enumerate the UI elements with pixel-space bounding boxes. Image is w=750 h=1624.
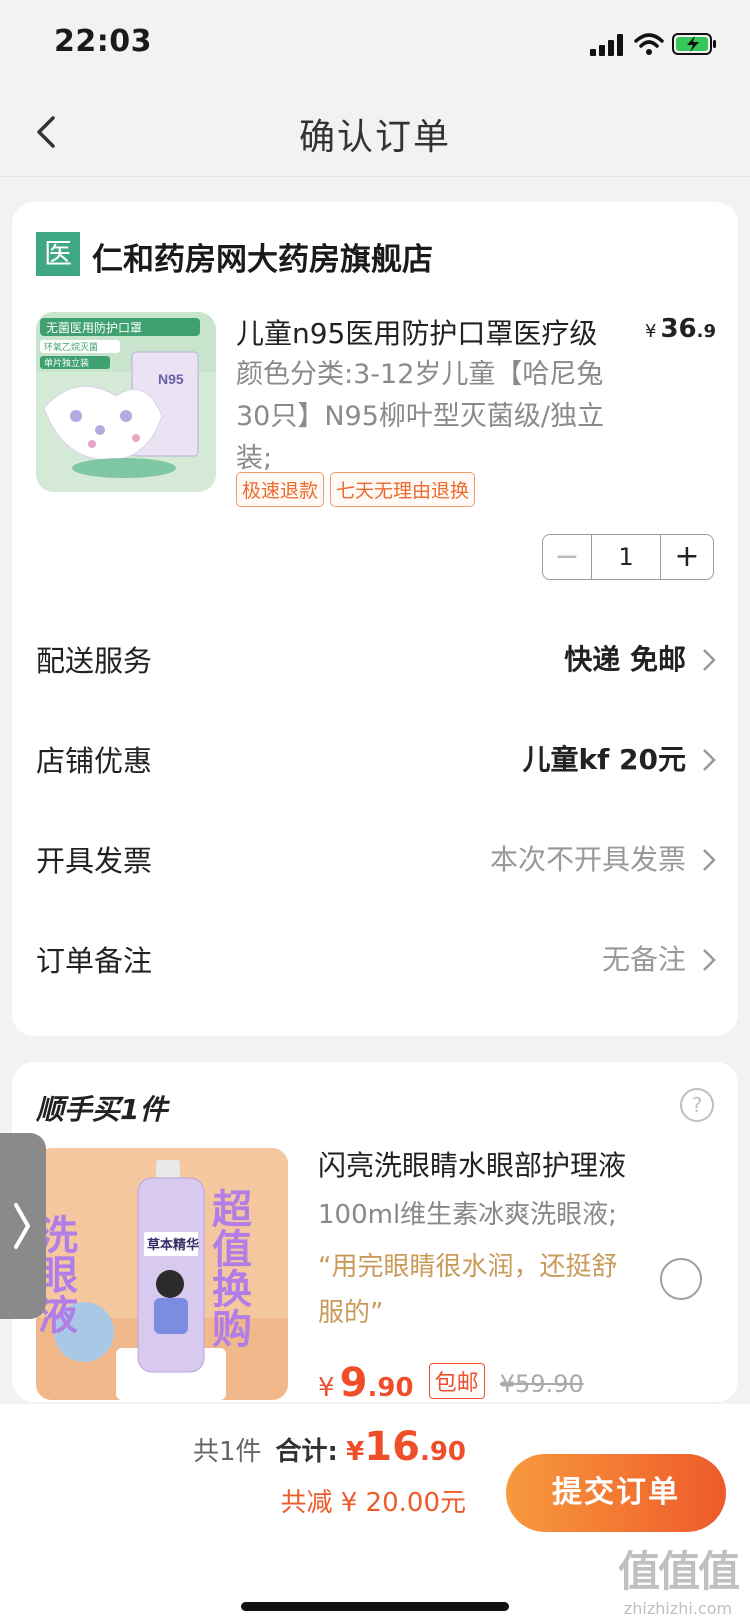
quantity-stepper: − 1 +: [542, 534, 714, 580]
product-price: ¥36.9: [645, 314, 716, 344]
chevron-right-icon: [14, 1203, 30, 1249]
eyewash-illustration: 草本精华 洗眼液 超值换购: [36, 1148, 288, 1400]
addon-section-title: 顺手买1件: [36, 1093, 168, 1126]
addon-product-image[interactable]: 草本精华 洗眼液 超值换购: [36, 1148, 288, 1400]
product-image[interactable]: N95 无菌医用防护口罩 环氧乙烷灭菌 单片独立装: [36, 312, 216, 492]
product-sku: 颜色分类:3-12岁儿童【哈尼兔30只】N95柳叶型灭菌级/独立装;: [236, 359, 605, 474]
chevron-right-icon: [703, 849, 716, 871]
home-indicator: [241, 1602, 509, 1611]
shop-order-card: 医 仁和药房网大药房旗舰店 N95 无菌医用防护口罩 环氧乙烷灭菌 单片独立装 …: [12, 202, 738, 1036]
price-currency: ¥: [644, 321, 657, 342]
row-label: 店铺优惠: [36, 744, 153, 778]
side-drawer-tab[interactable]: [0, 1133, 46, 1319]
invoice-row[interactable]: 开具发票 本次不开具发票: [36, 830, 716, 886]
row-label: 订单备注: [36, 944, 153, 978]
addon-review-quote: “用完眼睛很水润，还挺舒服的”: [318, 1252, 618, 1328]
submit-order-button[interactable]: 提交订单: [506, 1454, 726, 1532]
bottle-label-text: 草本精华: [147, 1237, 199, 1253]
nav-divider: [0, 176, 750, 177]
watermark-logo: 值值值: [617, 1547, 740, 1596]
watermark-text: zhizhizhi.com: [623, 1599, 733, 1618]
row-label: 配送服务: [36, 644, 153, 678]
chevron-right-icon: [703, 749, 716, 771]
total-integer: 16: [364, 1424, 420, 1470]
total-label: 合计:: [275, 1437, 338, 1467]
addon-price-integer: 9: [339, 1360, 368, 1406]
addon-select-radio[interactable]: [660, 1258, 702, 1300]
row-value: 儿童kf 20元: [522, 743, 686, 776]
row-label: 开具发票: [36, 844, 153, 878]
status-time: 22:03: [54, 24, 152, 59]
addon-purchase-card: 顺手买1件 ? 草本精华 洗眼液 超值换购 闪亮洗眼睛水眼部护理液 100ml维…: [12, 1062, 738, 1406]
image-sterile-text: 环氧乙烷灭菌: [44, 341, 98, 353]
delivery-service-row[interactable]: 配送服务 快递 免邮: [36, 630, 716, 686]
pharmacy-logo-icon: 医: [36, 232, 80, 276]
total-discount: 共减 ¥ 20.00元: [280, 1488, 466, 1518]
image-single-pack-text: 单片独立装: [44, 357, 89, 369]
decrease-quantity-button[interactable]: −: [543, 535, 591, 579]
chevron-right-icon: [703, 649, 716, 671]
price-decimal: .9: [696, 321, 716, 342]
image-title-text: 无菌医用防护口罩: [46, 320, 142, 335]
tag-fast-refund: 极速退款: [236, 472, 325, 507]
row-value: 无备注: [601, 943, 686, 976]
quantity-value[interactable]: 1: [591, 535, 661, 579]
row-value: 快递 免邮: [564, 643, 686, 676]
total-currency: ¥: [346, 1437, 365, 1467]
tag-seven-day-return: 七天无理由退换: [330, 472, 476, 507]
addon-price: ¥ 9.90 包邮 ¥59.90: [318, 1360, 584, 1406]
product-title[interactable]: 儿童n95医用防护口罩医疗级: [236, 312, 636, 352]
help-icon[interactable]: ?: [680, 1088, 714, 1122]
shop-name[interactable]: 仁和药房网大药房旗舰店: [92, 234, 433, 279]
service-tags: 极速退款 七天无理由退换: [236, 472, 481, 507]
image-right-text: 超值换购: [205, 1188, 252, 1348]
addon-price-currency: ¥: [318, 1373, 335, 1403]
navigation-bar: 确认订单: [0, 90, 750, 176]
addon-original-price: ¥59.90: [499, 1370, 584, 1398]
total-decimal: .90: [419, 1437, 466, 1467]
package-n95-text: N95: [158, 371, 184, 387]
chevron-right-icon: [703, 949, 716, 971]
row-value: 本次不开具发票: [489, 843, 686, 876]
page-title: 确认订单: [298, 117, 451, 158]
order-total: 共1件 合计: ¥16.90: [193, 1424, 466, 1470]
mask-product-illustration: N95 无菌医用防护口罩 环氧乙烷灭菌 单片独立装: [36, 312, 216, 492]
total-amount: ¥16.90: [346, 1424, 466, 1470]
cellular-signal-icon: [590, 34, 624, 56]
order-note-row[interactable]: 订单备注 无备注: [36, 930, 716, 986]
price-integer: 36: [660, 314, 697, 344]
shop-discount-row[interactable]: 店铺优惠 儿童kf 20元: [36, 730, 716, 786]
wifi-icon: [634, 33, 664, 55]
addon-price-decimal: .90: [367, 1373, 414, 1403]
status-bar: 22:03: [0, 0, 750, 90]
battery-charging-icon: [672, 33, 716, 55]
item-count: 共1件: [192, 1437, 262, 1467]
addon-product-name[interactable]: 闪亮洗眼睛水眼部护理液: [318, 1144, 626, 1184]
increase-quantity-button[interactable]: +: [661, 535, 713, 579]
site-watermark: 值值值 zhizhizhi.com: [617, 1538, 740, 1618]
addon-product-sku: 100ml维生素冰爽洗眼液;: [318, 1200, 617, 1230]
free-shipping-badge: 包邮: [428, 1363, 485, 1399]
